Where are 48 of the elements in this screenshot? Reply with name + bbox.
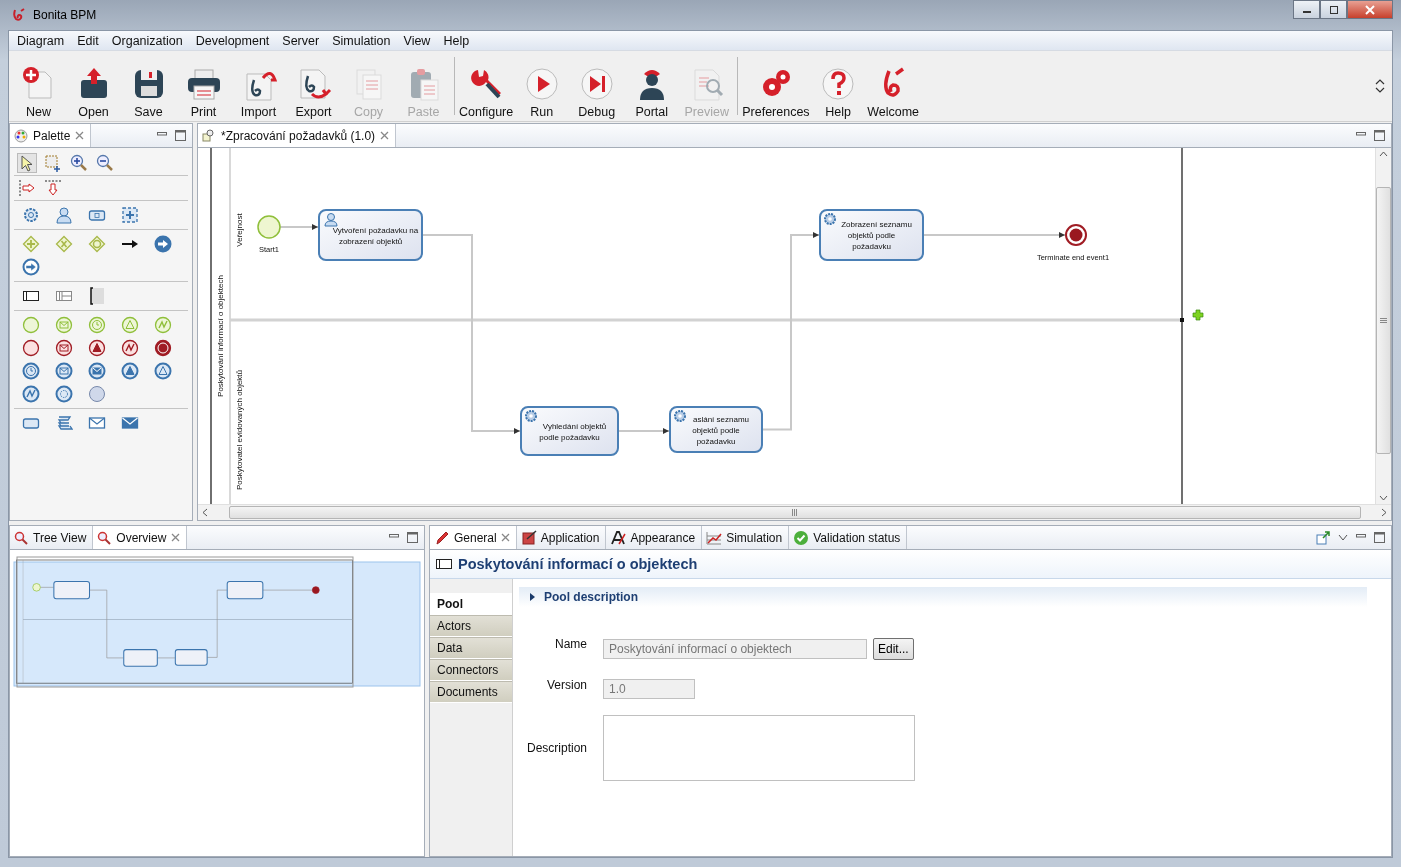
side-tab[interactable]: Connectors: [430, 659, 512, 681]
toolbar-button[interactable]: Debug: [569, 51, 625, 121]
pool-label: Poskytování informací o objektech: [216, 275, 225, 397]
property-tab[interactable]: Application: [516, 526, 607, 549]
toolbar-button[interactable]: Export: [286, 51, 341, 121]
property-tab[interactable]: Simulation: [702, 526, 790, 549]
menu-item[interactable]: Edit: [71, 33, 106, 48]
field-label: Name: [554, 637, 587, 653]
field-label: Version: [545, 678, 587, 694]
menu-item[interactable]: Diagram: [11, 33, 72, 48]
toolbar-button[interactable]: Welcome: [865, 51, 921, 121]
menu-item[interactable]: View: [397, 33, 438, 48]
lane-label: Veřejnost: [235, 213, 244, 247]
side-tab[interactable]: Documents: [430, 681, 512, 703]
toolbar-button[interactable]: Help: [810, 51, 866, 121]
lane-label: Poskytovatel evidovaných objektů: [235, 369, 244, 491]
palette-tab[interactable]: Palette: [10, 124, 92, 147]
task-label: Zobrazení seznamu objektů podle požadavku: [841, 220, 912, 251]
menu-item[interactable]: Organization: [105, 33, 190, 48]
menu-item[interactable]: Server: [276, 33, 327, 48]
view-tab[interactable]: Overview: [93, 526, 188, 549]
editor-tab[interactable]: *Zpracování požadavků (1.0): [198, 124, 397, 147]
toolbar-button[interactable]: Portal: [624, 51, 680, 121]
property-tab[interactable]: Appearance: [606, 526, 703, 549]
side-tab[interactable]: Data: [430, 637, 512, 659]
properties-title: Poskytování informací o objektech: [458, 556, 698, 572]
task-label: aslání seznamu objektů podle požadavku: [692, 414, 749, 446]
menu-item[interactable]: Development: [189, 33, 277, 48]
toolbar-button[interactable]: Save: [121, 51, 176, 121]
toolbar-button[interactable]: Preferences: [741, 51, 811, 121]
property-tab[interactable]: General: [430, 526, 517, 549]
toolbar-button[interactable]: Import: [231, 51, 286, 121]
side-tab[interactable]: Actors: [430, 615, 512, 637]
section-header[interactable]: Pool description: [519, 587, 1367, 607]
task-label: Vyhledání objektů podle požadavku: [539, 421, 607, 442]
menu-item[interactable]: Help: [437, 33, 477, 48]
task-label: Vytvoření požadavku na zobrazení objektů: [332, 225, 419, 246]
field-label: Description: [525, 741, 587, 755]
toolbar-button[interactable]: New: [11, 51, 66, 121]
menu-item[interactable]: Simulation: [326, 33, 398, 48]
toolbar-button[interactable]: Print: [176, 51, 231, 121]
edit-button[interactable]: Edit...: [873, 638, 914, 660]
toolbar-button[interactable]: Configure: [458, 51, 515, 121]
side-tab[interactable]: Pool: [430, 593, 512, 615]
toolbar-button[interactable]: Run: [514, 51, 570, 121]
toolbar-button[interactable]: Open: [66, 51, 121, 121]
window-title: Bonita BPM: [33, 8, 97, 22]
property-tab[interactable]: Validation status: [789, 526, 908, 549]
